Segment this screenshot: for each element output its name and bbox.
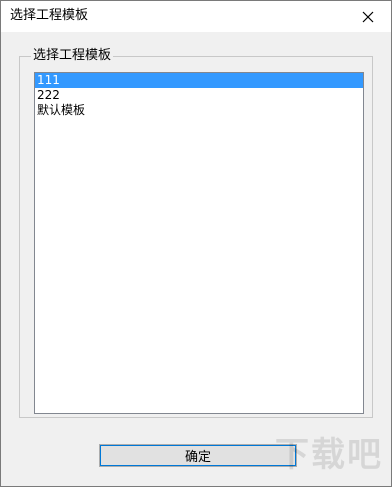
close-button[interactable] — [345, 1, 391, 32]
dialog-window: 选择工程模板 选择工程模板 111 222 默认模板 确定 下载吧 — [0, 0, 392, 487]
list-item-default-template[interactable]: 默认模板 — [35, 103, 363, 118]
close-icon — [362, 11, 374, 22]
template-listbox[interactable]: 111 222 默认模板 — [34, 72, 364, 414]
ok-button[interactable]: 确定 — [99, 444, 297, 467]
list-item-222[interactable]: 222 — [35, 88, 363, 103]
window-title: 选择工程模板 — [10, 8, 89, 23]
title-bar[interactable]: 选择工程模板 — [1, 1, 391, 32]
groupbox-label: 选择工程模板 — [31, 48, 114, 64]
list-item-111[interactable]: 111 — [35, 73, 363, 88]
